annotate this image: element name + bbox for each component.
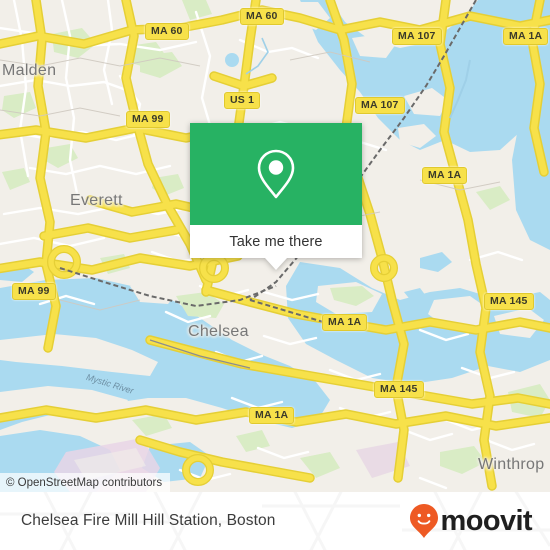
shield-ma-99-b: MA 99 [12,283,56,300]
map-canvas[interactable]: Malden Everett Chelsea Winthrop Mystic R… [0,0,550,492]
take-me-there-button[interactable]: Take me there [190,225,362,258]
shield-ma-145-b: MA 145 [374,381,424,398]
moovit-wordmark: moovit [440,504,533,537]
location-popup[interactable]: Take me there [190,123,362,270]
footer-bar: Chelsea Fire Mill Hill Station, Boston m… [0,492,550,550]
shield-ma-60-a: MA 60 [145,23,189,40]
shield-ma-107-a: MA 107 [392,28,442,45]
map-pin-icon [257,149,295,199]
shield-ma-107-b: MA 107 [355,97,405,114]
shield-ma-145-a: MA 145 [484,293,534,310]
moovit-logo[interactable]: moovit [409,503,533,539]
shield-ma-1a-d: MA 1A [249,407,295,424]
popup-image-area [190,123,362,225]
osm-attribution[interactable]: © OpenStreetMap contributors [0,473,171,492]
shield-ma-99-a: MA 99 [126,111,170,128]
shield-ma-1a-a: MA 1A [503,28,549,45]
shield-ma-1a-b: MA 1A [422,167,468,184]
map-screenshot: Malden Everett Chelsea Winthrop Mystic R… [0,0,550,550]
popup-pointer [265,258,287,270]
moovit-smiley-pin-icon [409,504,438,538]
station-title: Chelsea Fire Mill Hill Station, Boston [21,512,276,529]
shield-ma-1a-c: MA 1A [322,314,368,331]
shield-ma-60-b: MA 60 [240,8,284,25]
shield-us-1: US 1 [224,92,261,109]
